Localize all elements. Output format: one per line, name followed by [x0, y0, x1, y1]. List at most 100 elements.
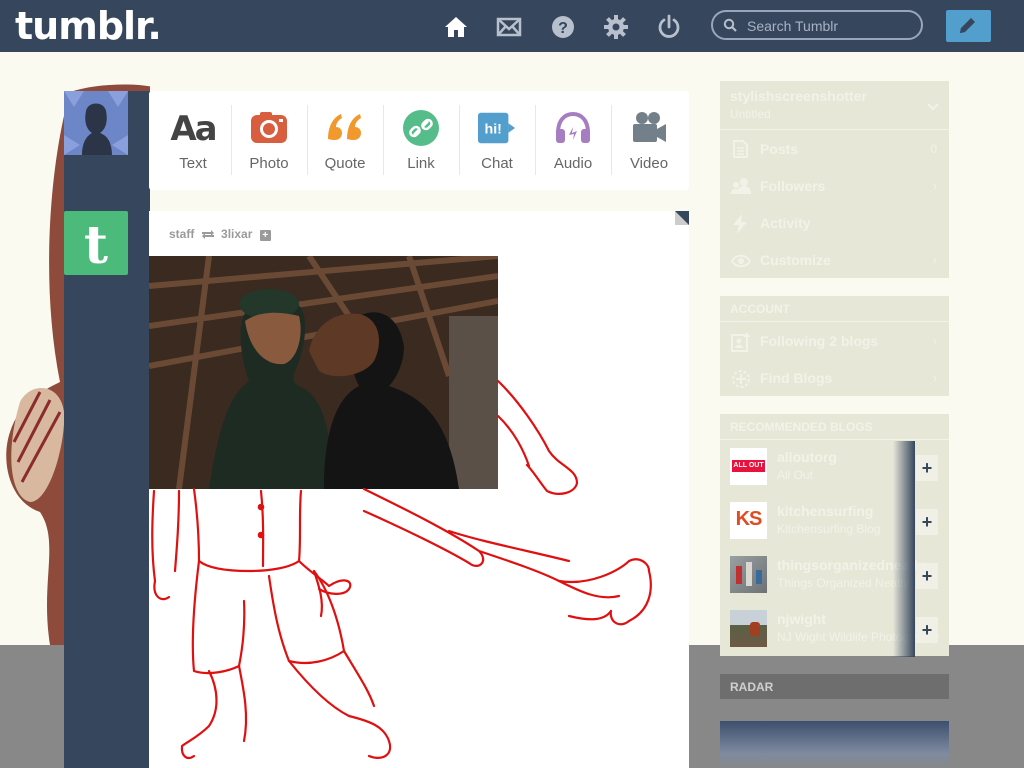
search-input[interactable]	[745, 16, 919, 36]
sidebar-item-posts[interactable]: Posts 0	[720, 131, 949, 168]
post-type-bar: Aa Text Photo Quote Link hi! Chat Audio …	[149, 91, 689, 190]
activity-icon	[733, 214, 747, 234]
blog-name: stylishscreenshotter	[730, 88, 867, 104]
avatar-silhouette-icon	[64, 91, 128, 155]
post-type-label: Audio	[553, 155, 593, 172]
post-type-video[interactable]: Video	[611, 91, 687, 190]
chevron-right-icon: ›	[933, 253, 937, 267]
link-icon	[403, 110, 439, 146]
blog-header[interactable]: stylishscreenshotter Untitled	[720, 81, 949, 130]
sidebar-item-label: Posts	[760, 141, 799, 157]
home-icon[interactable]	[443, 14, 469, 40]
post-type-label: Text	[179, 155, 207, 172]
post-type-label: Photo	[249, 155, 289, 172]
blog-name: alloutorg	[777, 449, 837, 465]
sidebar-item-label: Activity	[760, 215, 811, 231]
account-header: ACCOUNT	[730, 302, 790, 316]
post-type-chat[interactable]: hi! Chat	[459, 91, 535, 190]
post-card: staff 3lixar +	[149, 211, 689, 768]
text-icon: Aa	[170, 109, 217, 149]
sidebar-item-following[interactable]: Following 2 blogs ›	[720, 323, 949, 360]
find-blogs-icon	[732, 370, 750, 388]
sidebar-item-label: Customize	[760, 252, 831, 268]
blog-subtitle: Kitchensurfing Blog	[777, 522, 881, 536]
blog-subtitle: Untitled	[730, 107, 771, 121]
search-box[interactable]	[711, 10, 923, 40]
quote-icon	[328, 114, 361, 140]
blog-panel: stylishscreenshotter Untitled Posts 0 Fo…	[720, 81, 949, 278]
sidebar-item-customize[interactable]: Customize ›	[720, 242, 949, 279]
post-author[interactable]: staff	[169, 227, 194, 241]
posts-icon	[733, 140, 748, 158]
compose-button[interactable]	[946, 10, 991, 42]
post-type-quote[interactable]: Quote	[307, 91, 383, 190]
sidebar-item-label: Following 2 blogs	[760, 333, 879, 349]
sidebar-item-label: Followers	[760, 178, 826, 194]
recommended-panel: RECOMMENDED BLOGS ALL OUT alloutorg All …	[720, 414, 949, 657]
headphones-icon	[556, 111, 590, 143]
follow-button[interactable]: +	[916, 455, 938, 481]
post-type-text[interactable]: Aa Text	[155, 91, 231, 190]
post-type-label: Link	[407, 155, 435, 172]
chevron-down-icon	[927, 103, 939, 111]
eye-icon	[731, 254, 751, 268]
blog-name: njwight	[777, 611, 826, 627]
recommended-blog-item[interactable]: thingsorganizedneatly Things Organized N…	[720, 549, 949, 603]
follow-plus-button[interactable]: +	[259, 230, 271, 241]
radar-title: RADAR	[730, 680, 774, 694]
chat-icon: hi!	[478, 112, 516, 144]
help-icon[interactable]: ?	[550, 14, 576, 40]
staff-avatar-glyph: t	[83, 215, 109, 276]
recommended-blog-item[interactable]: njwight NJ Wight Wildlife Photography +	[720, 603, 949, 657]
blog-avatar	[730, 556, 767, 593]
tumblr-logo[interactable]: tumblr.	[15, 4, 162, 48]
recommended-header: RECOMMENDED BLOGS	[730, 420, 873, 434]
following-icon	[731, 333, 750, 352]
camera-icon	[251, 112, 287, 143]
pencil-icon	[960, 18, 975, 33]
top-bar: tumblr. ?	[0, 0, 1024, 52]
blog-avatar: ALL OUT	[730, 448, 767, 485]
post-type-label: Video	[629, 155, 669, 172]
account-panel: ACCOUNT Following 2 blogs › Find Blogs ›	[720, 296, 949, 396]
sidebar-item-label: Find Blogs	[760, 370, 833, 386]
mail-icon[interactable]	[496, 14, 522, 40]
gear-icon[interactable]	[603, 14, 629, 40]
post-type-label: Chat	[481, 155, 513, 172]
svg-text:hi!: hi!	[484, 122, 501, 138]
sidebar-item-followers[interactable]: Followers ›	[720, 168, 949, 205]
staff-avatar[interactable]: t	[64, 211, 128, 276]
blog-avatar: KS	[730, 502, 767, 539]
search-icon	[723, 18, 737, 32]
post-type-photo[interactable]: Photo	[231, 91, 307, 190]
follow-button[interactable]: +	[916, 617, 938, 643]
svg-text:?: ?	[558, 20, 568, 37]
follow-button[interactable]: +	[916, 563, 938, 589]
post-header: staff 3lixar +	[169, 227, 271, 241]
reblog-icon	[201, 230, 214, 239]
blog-subtitle: Things Organized Neatly	[777, 576, 910, 590]
user-avatar[interactable]	[64, 91, 128, 155]
chevron-right-icon: ›	[933, 179, 937, 193]
blog-avatar	[730, 610, 767, 647]
sidebar-item-find-blogs[interactable]: Find Blogs ›	[720, 360, 949, 397]
post-type-label: Quote	[324, 155, 366, 172]
power-icon[interactable]	[656, 14, 682, 40]
doodle-drawing	[151, 379, 652, 760]
video-camera-icon	[633, 112, 666, 142]
blog-name: kitchensurfing	[777, 503, 874, 519]
recommended-blog-item[interactable]: KS kitchensurfing Kitchensurfing Blog +	[720, 495, 949, 549]
posts-count: 0	[930, 142, 937, 156]
followers-icon	[731, 178, 751, 194]
blog-subtitle: All Out	[777, 468, 814, 482]
post-type-link[interactable]: Link	[383, 91, 459, 190]
reblog-source[interactable]: 3lixar	[221, 227, 252, 241]
post-corner-fold[interactable]	[675, 211, 689, 225]
follow-button[interactable]: +	[916, 509, 938, 535]
dashboard-column	[64, 91, 150, 768]
recommended-blog-item[interactable]: ALL OUT alloutorg All Out +	[720, 441, 949, 495]
radar-header: RADAR	[720, 674, 949, 699]
post-type-audio[interactable]: Audio	[535, 91, 611, 190]
radar-panel[interactable]	[720, 721, 949, 768]
sidebar-item-activity[interactable]: Activity	[720, 205, 949, 242]
